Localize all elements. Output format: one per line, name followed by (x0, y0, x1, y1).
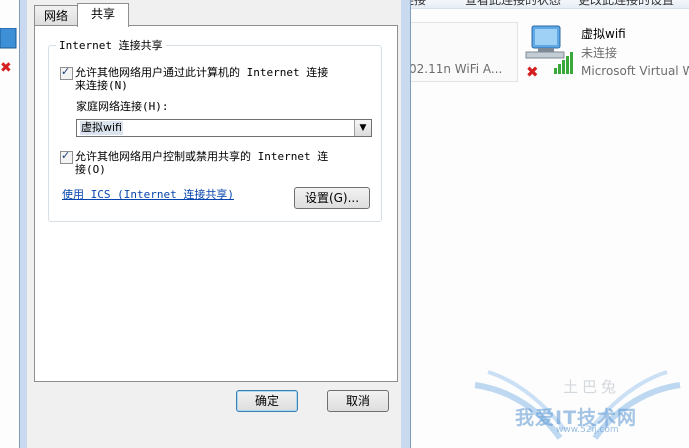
adapter-device: 02.11n WiFi A... (409, 62, 503, 76)
toolbar-item-change-settings[interactable]: 更改此连接的设置 (578, 0, 674, 8)
adapter-item-virtual-wifi[interactable]: ✖ 虚拟wifi 未连接 Microsoft Virtual W (520, 20, 689, 81)
adapter-item-wireless[interactable]: 02.11n WiFi A... (395, 22, 518, 82)
network-adapter-icon: ✖ (524, 24, 573, 81)
ics-help-link[interactable]: 使用 ICS (Internet 连接共享) (62, 186, 234, 202)
allow-sharing-checkbox[interactable] (60, 65, 73, 80)
tab-sharing[interactable]: 共享 (77, 3, 129, 27)
adapter-device: Microsoft Virtual W (581, 64, 689, 78)
allow-control-checkbox[interactable] (60, 149, 73, 164)
home-network-value: 虚拟wifi (80, 121, 123, 135)
svg-text:✖: ✖ (0, 60, 12, 72)
watermark-url: www.52ij.com (556, 425, 619, 435)
cancel-button[interactable]: 取消 (327, 390, 389, 412)
settings-button[interactable]: 设置(G)... (294, 187, 370, 209)
dialog-body: 网络 共享 Internet 连接共享 允许其他网络用户通过此计算机的 Inte… (27, 0, 401, 448)
home-network-select[interactable]: 虚拟wifi ▼ (76, 119, 372, 137)
allow-sharing-label[interactable]: 允许其他网络用户通过此计算机的 Internet 连接 来连接(N) (75, 66, 328, 92)
ics-group-title: Internet 连接共享 (56, 37, 166, 53)
home-network-label: 家庭网络连接(H): (76, 100, 169, 113)
svg-text:✖: ✖ (526, 63, 539, 78)
allow-control-label-line2: 接(O) (75, 163, 106, 176)
ok-button[interactable]: 确定 (236, 390, 298, 412)
watermark-brand: 土巴兔 (563, 378, 621, 396)
allow-sharing-label-line1: 允许其他网络用户通过此计算机的 Internet 连接 (75, 66, 329, 79)
adapter-status: 未连接 (581, 46, 618, 60)
allow-sharing-label-line2: 来连接(N) (75, 79, 128, 92)
allow-control-label-line1: 允许其他网络用户控制或禁用共享的 Internet 连 (75, 150, 329, 163)
tab-network[interactable]: 网络 (34, 5, 78, 26)
allow-control-label[interactable]: 允许其他网络用户控制或禁用共享的 Internet 连 接(O) (75, 150, 328, 176)
chevron-down-icon[interactable]: ▼ (354, 120, 371, 136)
command-bar: 连接 查看此连接的状态 更改此连接的设置 (390, 0, 689, 9)
properties-dialog: 网络 共享 Internet 连接共享 允许其他网络用户通过此计算机的 Inte… (19, 0, 411, 448)
adapter-name: 虚拟wifi (581, 27, 626, 41)
toolbar-item-view-status[interactable]: 查看此连接的状态 (465, 0, 561, 8)
